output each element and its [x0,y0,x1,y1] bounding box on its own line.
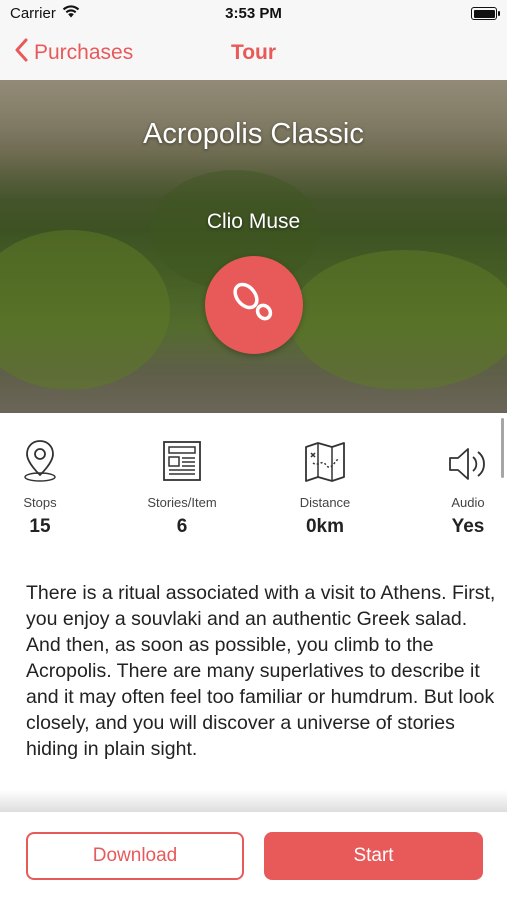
location-pin-icon [20,437,60,488]
stat-stories: Stories/Item 6 [132,440,232,538]
tour-author: Clio Muse [206,210,301,233]
stat-label: Distance [299,495,351,510]
speaker-icon [447,445,489,488]
hero-image: Acropolis Classic Clio Muse [0,80,507,413]
stat-distance: Distance 0km [275,440,375,538]
stat-label: Stops [23,495,57,510]
map-icon [304,441,346,488]
tour-badge [205,256,303,354]
navigation-bar: Purchases Tour [0,28,507,80]
stat-label: Audio [451,495,485,510]
stat-value: 0km [305,516,345,537]
newspaper-icon [162,439,202,488]
stat-audio: Audio Yes [418,440,507,538]
page-title: Tour [230,41,277,64]
status-time: 3:53 PM [225,5,282,22]
footprints-icon [226,278,282,333]
stat-label: Stories/Item [147,495,217,510]
status-bar: Carrier 3:53 PM [0,0,507,28]
stat-value: 6 [176,516,188,537]
download-button[interactable]: Download [26,832,244,880]
stat-stops: Stops 15 [0,440,90,538]
start-button[interactable]: Start [264,832,483,880]
battery-icon [471,7,500,20]
tour-description: There is a ritual associated with a visi… [26,582,496,760]
stat-value: 15 [29,516,51,537]
tour-title: Acropolis Classic [143,118,364,150]
stat-value: Yes [451,516,485,537]
tour-stats: Stops 15 Stories/Item 6 Distance 0km Aud… [0,440,507,550]
bottom-action-bar: Download Start [0,812,507,900]
